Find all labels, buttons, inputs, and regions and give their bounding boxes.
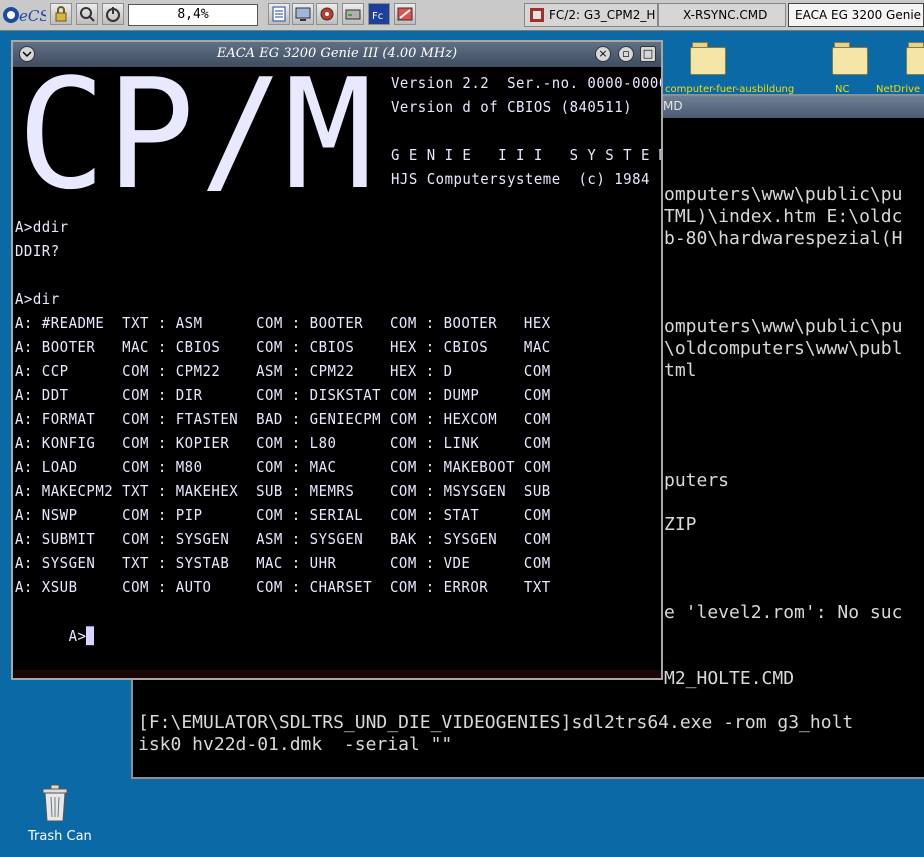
file-commander-icon[interactable]: Fc	[368, 3, 390, 25]
cpm-logo-text: CP/M	[17, 69, 373, 191]
cpm-logo: CP/M	[17, 69, 373, 191]
monitor-icon[interactable]	[292, 3, 314, 25]
maximize-icon[interactable]: □	[640, 46, 656, 62]
task-eaca-genie[interactable]: EACA EG 3200 Genie I	[788, 3, 924, 27]
taskbar: eCS 8,4% Fc FC/2: G3_CPM2_H X-RSYNC.CMD …	[0, 0, 924, 31]
svg-text:Fc: Fc	[372, 11, 383, 22]
folder-icon[interactable]	[904, 38, 924, 75]
header-line: Version d of CBIOS (840511)	[391, 99, 633, 116]
prompt: A>	[68, 628, 87, 646]
task-fc2[interactable]: FC/2: G3_CPM2_H	[524, 3, 658, 27]
ecs-logo-icon[interactable]: eCS	[2, 4, 50, 26]
dir-row: A: SYSGEN TXT : SYSTAB MAC : UHR COM : V…	[15, 555, 551, 572]
emulator-window[interactable]: EACA EG 3200 Genie III (4.00 MHz) × ▫ □ …	[11, 40, 663, 680]
session-line: DDIR?	[15, 243, 60, 260]
cmd-line: TML)\index.htm E:\oldc	[664, 206, 903, 227]
drive-icon[interactable]	[342, 3, 364, 25]
dir-row: A: BOOTER MAC : CBIOS COM : CBIOS HEX : …	[15, 339, 551, 356]
power-icon[interactable]	[102, 3, 124, 25]
settings-icon[interactable]	[316, 3, 338, 25]
task-label: EACA EG 3200 Genie I	[795, 8, 924, 22]
task-label: X-RSYNC.CMD	[683, 8, 768, 22]
tools-icon[interactable]	[394, 3, 416, 25]
folder-icon[interactable]	[688, 38, 728, 75]
window-list-icon[interactable]	[268, 3, 290, 25]
text-cursor	[86, 626, 95, 646]
cmd-line: tml	[664, 360, 697, 381]
dir-row: A: SUBMIT COM : SYSGEN ASM : SYSGEN BAK …	[15, 531, 551, 548]
dir-row: A: FORMAT COM : FTASTEN BAD : GENIECPM C…	[15, 411, 551, 428]
dir-row: A: DDT COM : DIR COM : DISKSTAT COM : DU…	[15, 387, 551, 404]
ecs-logo-text: eCS	[19, 7, 46, 25]
cmd-line: \oldcomputers\www\publ	[664, 338, 903, 359]
session-line: A>dir	[15, 291, 60, 308]
cmd-line: [F:\EMULATOR\SDLTRS_UND_DIE_VIDEOGENIES]…	[138, 712, 854, 733]
search-icon[interactable]	[76, 3, 98, 25]
header-line: Version 2.2 Ser.-no. 0000-00000	[391, 75, 661, 92]
cmd-line: omputers\www\public\pu	[664, 316, 903, 337]
emulator-title: EACA EG 3200 Genie III (4.00 MHz)	[216, 46, 458, 61]
cmd-line: M2_HOLTE.CMD	[664, 668, 795, 689]
dir-row: A: KONFIG COM : KOPIER COM : L80 COM : L…	[15, 435, 551, 452]
close-icon[interactable]: ×	[595, 46, 611, 62]
folder-icon[interactable]	[830, 38, 870, 75]
dir-row: A: LOAD COM : M80 COM : MAC COM : MAKEBO…	[15, 459, 551, 476]
dir-row: A: NSWP COM : PIP COM : SERIAL COM : STA…	[15, 507, 551, 524]
trash-can-label: Trash Can	[28, 829, 92, 844]
command-window-title: MD	[663, 99, 683, 113]
emulator-titlebar[interactable]: EACA EG 3200 Genie III (4.00 MHz) × ▫ □	[13, 42, 661, 67]
cmd-line: b-80\hardwarespezial(H	[664, 228, 903, 249]
lock-icon[interactable]	[50, 3, 72, 25]
cmd-line: puters	[664, 470, 730, 491]
dir-row: A: XSUB COM : AUTO COM : CHARSET COM : E…	[15, 579, 551, 596]
session-line: A>ddir	[15, 219, 69, 236]
cmd-line: omputers\www\public\pu	[664, 184, 903, 205]
prompt-line[interactable]: A>	[15, 599, 95, 675]
minimize-icon[interactable]: ▫	[618, 46, 634, 62]
cmd-line: ZIP	[664, 514, 697, 535]
dir-row: A: CCP COM : CPM22 ASM : CPM22 HEX : D C…	[15, 363, 551, 380]
emulator-status-strip	[13, 670, 661, 678]
task-label: FC/2: G3_CPM2_H	[549, 8, 656, 22]
header-line: G E N I E I I I S Y S T E M	[391, 147, 661, 164]
emulator-screen[interactable]: CP/M Version 2.2 Ser.-no. 0000-00000 Ver…	[13, 67, 661, 678]
cpu-meter: 8,4%	[128, 4, 258, 26]
cmd-line: e 'level2.rom': No suc	[664, 602, 903, 623]
fc2-icon	[530, 8, 544, 22]
header-line: HJS Computersysteme (c) 1984	[391, 171, 650, 188]
cmd-line: isk0 hv22d-01.dmk -serial ""	[138, 734, 453, 755]
dir-row: A: MAKECPM2 TXT : MAKEHEX SUB : MEMRS CO…	[15, 483, 551, 500]
task-x-rsync[interactable]: X-RSYNC.CMD	[658, 3, 786, 27]
trash-can-icon[interactable]	[40, 783, 70, 823]
dir-row: A: #README TXT : ASM COM : BOOTER COM : …	[15, 315, 551, 332]
